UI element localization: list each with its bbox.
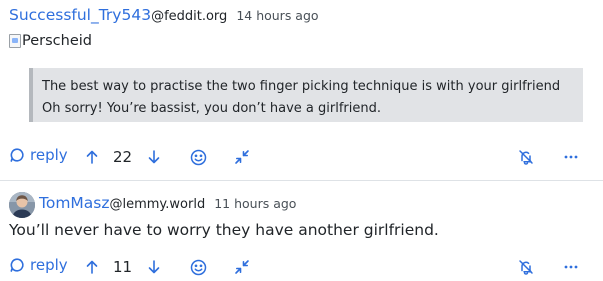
- downvote-button[interactable]: [144, 256, 164, 278]
- more-icon: [564, 265, 578, 269]
- comment-1: Successful_Try543 @feddit.org 14 hours a…: [0, 0, 603, 180]
- mute-bell-icon: [519, 150, 533, 165]
- timestamp: 14 hours ago: [236, 8, 319, 23]
- reply-button[interactable]: reply: [9, 256, 68, 274]
- downvote-button[interactable]: [144, 146, 164, 168]
- user-instance: @lemmy.world: [109, 197, 206, 212]
- smiley-icon: [190, 149, 206, 165]
- collapse-icon: [235, 150, 249, 164]
- avatar[interactable]: [9, 192, 35, 218]
- image-alt-text: Perscheid: [22, 33, 92, 49]
- comment-meta: TomMasz @lemmy.world 11 hours ago: [39, 194, 296, 212]
- comment-meta: Successful_Try543 @feddit.org 14 hours a…: [9, 6, 319, 24]
- mute-notifications-button[interactable]: [516, 256, 536, 278]
- broken-image-icon: [9, 34, 21, 48]
- reply-button[interactable]: reply: [9, 146, 68, 164]
- smiley-icon: [190, 259, 206, 275]
- comment-actions: reply 22: [0, 146, 603, 168]
- score: 22: [113, 148, 133, 166]
- reply-label: reply: [30, 256, 68, 274]
- mute-bell-icon: [519, 260, 533, 275]
- reply-label: reply: [30, 146, 68, 164]
- reply-icon: [10, 148, 24, 162]
- quote-line: Oh sorry! You’re bassist, you don’t have…: [42, 101, 381, 116]
- embedded-image[interactable]: Perscheid: [9, 33, 92, 49]
- quote-line: The best way to practise the two finger …: [42, 79, 561, 94]
- upvote-button[interactable]: [82, 256, 102, 278]
- score: 11: [113, 258, 133, 276]
- more-options-button[interactable]: [561, 256, 581, 278]
- reaction-button[interactable]: [188, 146, 208, 168]
- downvote-icon: [148, 260, 160, 274]
- upvote-icon: [86, 150, 98, 164]
- downvote-icon: [148, 150, 160, 164]
- mute-notifications-button[interactable]: [516, 146, 536, 168]
- more-options-button[interactable]: [561, 146, 581, 168]
- username-link[interactable]: Successful_Try543: [9, 6, 151, 24]
- more-icon: [564, 155, 578, 159]
- username-link[interactable]: TomMasz: [39, 194, 110, 212]
- collapse-button[interactable]: [232, 146, 252, 168]
- collapse-icon: [235, 260, 249, 274]
- blockquote: The best way to practise the two finger …: [29, 68, 583, 122]
- upvote-button[interactable]: [82, 146, 102, 168]
- user-instance: @feddit.org: [151, 9, 228, 24]
- comment-actions: reply 11: [0, 256, 603, 278]
- reply-icon: [10, 258, 24, 272]
- reaction-button[interactable]: [188, 256, 208, 278]
- timestamp: 11 hours ago: [214, 196, 297, 211]
- comment-body: You’ll never have to worry they have ano…: [9, 221, 439, 239]
- collapse-button[interactable]: [232, 256, 252, 278]
- avatar-image-icon: [9, 192, 35, 218]
- upvote-icon: [86, 260, 98, 274]
